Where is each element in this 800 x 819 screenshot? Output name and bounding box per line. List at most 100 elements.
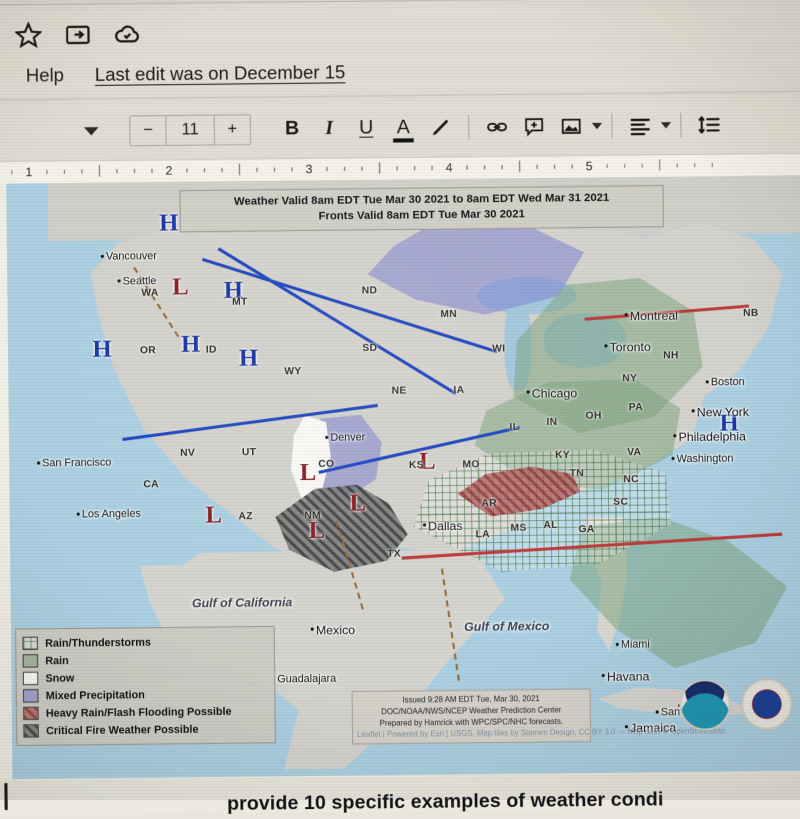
high-pressure-symbol: H xyxy=(159,209,179,237)
ruler-number: 3 xyxy=(305,161,313,177)
city-label: Mexico xyxy=(315,622,356,638)
ruler-tick xyxy=(641,163,643,168)
legend-swatch xyxy=(22,636,38,651)
ruler-tick xyxy=(659,159,661,171)
high-pressure-symbol: H xyxy=(92,336,112,364)
map-title-box: Weather Valid 8am EDT Tue Mar 30 2021 to… xyxy=(179,185,664,233)
weather-map-image[interactable]: HLHHHHLLLLLH MT ND SD MN WI IA NE WY NV UT CO KS MO I… xyxy=(6,175,800,779)
cloud-saved-icon[interactable] xyxy=(114,21,141,48)
water-body-label: Gulf of Mexico xyxy=(464,618,550,635)
ruler-number: 1 xyxy=(25,164,33,180)
state-label: MN xyxy=(440,308,458,321)
align-icon[interactable] xyxy=(621,108,658,143)
state-label: MS xyxy=(510,522,527,534)
state-label: SD xyxy=(362,342,378,355)
state-label: GA xyxy=(578,523,595,536)
state-label: AR xyxy=(481,497,497,510)
move-to-folder-icon[interactable] xyxy=(64,21,91,48)
text-color-letter: A xyxy=(396,116,410,139)
city-label: Washington xyxy=(676,452,734,466)
state-label: NC xyxy=(623,473,639,486)
document-body-area[interactable]: provide 10 specific examples of weather … xyxy=(0,772,800,817)
decrease-font-size-button[interactable]: − xyxy=(130,116,167,146)
toolbar-divider xyxy=(611,113,613,139)
ruler-tick xyxy=(11,170,13,175)
state-label: WY xyxy=(284,366,302,378)
low-pressure-symbol: L xyxy=(308,517,326,545)
document-body-text: provide 10 specific examples of weather … xyxy=(226,788,664,815)
city-label: Boston xyxy=(710,375,745,389)
state-label: WI xyxy=(492,343,506,355)
state-label: NE xyxy=(391,385,407,397)
state-label: NB xyxy=(743,307,759,320)
ruler-tick xyxy=(711,162,713,168)
ruler-tick xyxy=(378,162,381,174)
font-size-input[interactable]: 11 xyxy=(166,116,214,145)
state-label: NH xyxy=(663,349,679,362)
increase-font-size-button[interactable]: + xyxy=(213,115,251,145)
nws-logo xyxy=(740,678,793,731)
low-pressure-symbol: L xyxy=(299,459,317,487)
legend-label: Snow xyxy=(45,671,75,685)
city-label: Seattle xyxy=(122,274,157,288)
highlight-pen-icon[interactable] xyxy=(422,110,459,145)
text-cursor xyxy=(4,783,8,810)
underline-button[interactable]: U xyxy=(348,111,385,146)
city-dot xyxy=(604,344,608,348)
bold-button[interactable]: B xyxy=(273,111,310,146)
star-icon[interactable] xyxy=(14,21,43,49)
insert-link-icon[interactable] xyxy=(478,109,515,144)
city-dot xyxy=(100,254,104,258)
state-label: IA xyxy=(453,384,465,397)
insert-image-icon[interactable] xyxy=(552,109,589,144)
italic-button[interactable]: I xyxy=(310,111,347,146)
city-label: Vancouver xyxy=(105,250,157,263)
state-label: OR xyxy=(139,344,157,357)
text-color-button[interactable]: A xyxy=(385,110,422,145)
city-dot xyxy=(310,627,314,631)
high-pressure-symbol: H xyxy=(238,344,259,372)
image-options-chevron-icon[interactable] xyxy=(591,122,603,130)
city-dot xyxy=(615,642,619,646)
legend-swatch xyxy=(22,689,39,703)
state-label: IL xyxy=(509,421,520,433)
last-edit-link[interactable]: Last edit was on December 15 xyxy=(95,61,346,85)
ruler-tick xyxy=(484,165,486,170)
state-label: WA xyxy=(141,287,159,299)
insert-comment-icon[interactable] xyxy=(515,109,552,144)
docs-menu-bar: nsions Help Last edit was on December 15 xyxy=(0,47,800,96)
align-options-chevron-icon[interactable] xyxy=(660,122,672,129)
state-label: LA xyxy=(475,528,490,541)
state-label: AZ xyxy=(238,510,253,523)
ruler-tick xyxy=(361,166,363,171)
ruler-tick xyxy=(554,164,556,169)
ruler-tick xyxy=(343,166,346,171)
city-label: Toronto xyxy=(609,339,651,355)
city-dot xyxy=(705,380,709,384)
ruler-tick xyxy=(466,165,468,170)
city-dot xyxy=(37,461,41,465)
text-color-swatch xyxy=(393,138,414,143)
formatting-toolbar: ial − 11 + B I U A xyxy=(0,96,800,160)
ruler-tick xyxy=(186,168,188,173)
city-label: Havana xyxy=(606,669,650,685)
city-dot xyxy=(526,390,530,394)
city-label: Los Angeles xyxy=(81,507,141,521)
city-label: Guadalajara xyxy=(277,672,337,686)
state-label: IN xyxy=(546,416,558,429)
menu-item-help[interactable]: Help xyxy=(26,64,64,86)
toolbar-divider xyxy=(680,112,682,138)
ruler-tick xyxy=(414,166,416,171)
city-label: Philadelphia xyxy=(678,429,746,445)
legend-swatch xyxy=(22,654,39,668)
noaa-logo xyxy=(678,678,732,731)
line-spacing-icon[interactable] xyxy=(691,107,728,142)
chevron-down-icon[interactable] xyxy=(84,127,99,136)
ruler-tick xyxy=(536,164,538,169)
font-family-selector[interactable]: ial xyxy=(0,122,55,141)
state-label: VA xyxy=(627,446,642,459)
ruler-tick xyxy=(81,169,83,174)
ruler-number: 2 xyxy=(165,163,173,178)
ruler-tick xyxy=(238,163,241,176)
legend-swatch xyxy=(22,671,39,686)
